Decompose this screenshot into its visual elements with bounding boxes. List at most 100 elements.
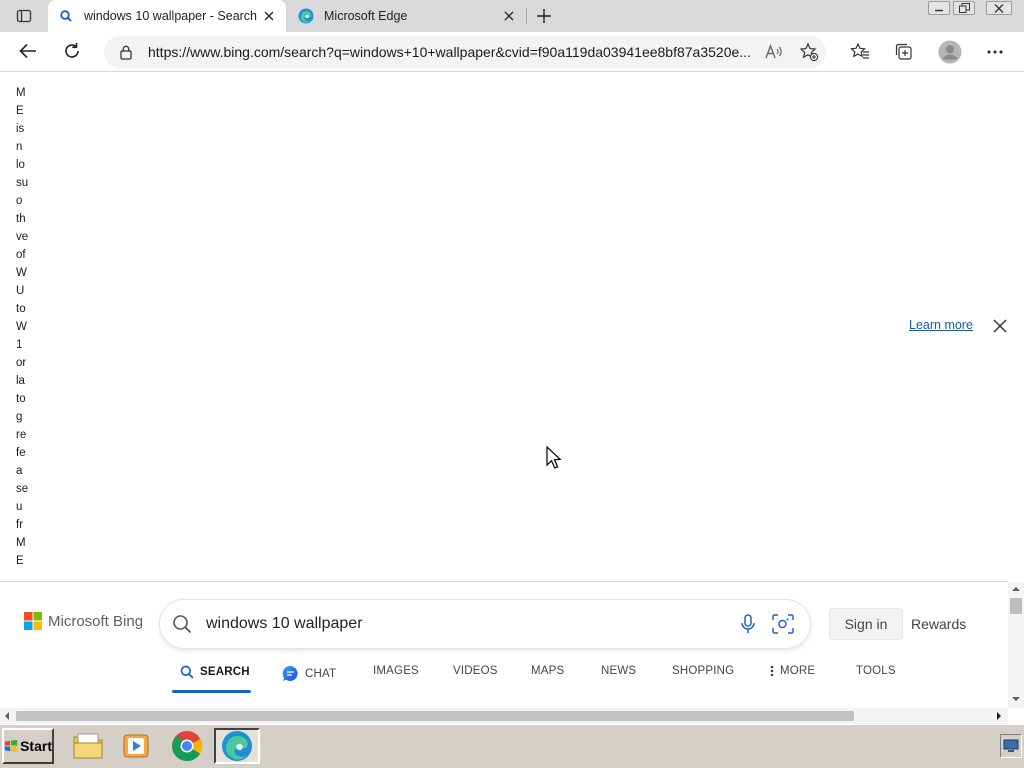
notice-fragment: is	[16, 123, 25, 135]
more-horizontal-icon	[987, 50, 1003, 54]
taskbar-google-chrome[interactable]	[165, 728, 209, 764]
plus-icon	[537, 9, 551, 23]
start-label: Start	[20, 738, 52, 754]
notice-fragment: fe	[16, 447, 26, 459]
tab-actions-icon	[16, 9, 32, 23]
scroll-left-arrow-icon[interactable]	[4, 711, 10, 721]
collections-icon	[895, 43, 912, 60]
avatar-icon	[938, 40, 962, 64]
sign-in-button[interactable]: Sign in	[829, 608, 903, 640]
bing-search-icon	[58, 8, 74, 24]
tab-actions-button[interactable]	[8, 4, 40, 28]
read-aloud-button[interactable]	[758, 36, 790, 68]
tab-label: SEARCH	[200, 666, 250, 678]
tab-bing-search[interactable]: windows 10 wallpaper - Search	[48, 0, 286, 32]
taskbar-file-explorer[interactable]	[66, 728, 110, 764]
notice-fragment: u	[16, 501, 23, 513]
search-input[interactable]: windows 10 wallpaper	[206, 615, 740, 633]
tab-news[interactable]: NEWS	[601, 665, 636, 677]
scroll-right-arrow-icon[interactable]	[996, 711, 1002, 721]
tab-label: SHOPPING	[672, 665, 735, 677]
tab-microsoft-edge[interactable]: Microsoft Edge	[288, 0, 526, 32]
notice-fragment: to	[16, 303, 26, 315]
lock-icon[interactable]	[118, 44, 134, 60]
notice-fragment: a	[16, 465, 23, 477]
notice-fragment: W	[16, 267, 27, 279]
minimize-button[interactable]	[928, 1, 950, 15]
notice-fragment: lo	[16, 159, 25, 171]
search-icon	[180, 665, 194, 679]
notice-fragment: re	[16, 429, 27, 441]
tab-separator	[526, 8, 527, 24]
page-divider	[0, 581, 1008, 582]
back-button[interactable]	[12, 35, 44, 67]
star-add-icon	[799, 42, 819, 62]
notice-fragment: o	[16, 195, 23, 207]
chat-icon	[282, 665, 298, 681]
bing-logo[interactable]: Microsoft Bing	[24, 612, 143, 630]
notice-fragment: g	[16, 411, 23, 423]
profile-button[interactable]	[934, 36, 966, 68]
tab-label: MAPS	[531, 665, 565, 677]
refresh-button[interactable]	[56, 35, 88, 67]
back-arrow-icon	[19, 43, 36, 59]
restore-button[interactable]	[953, 1, 975, 15]
close-tab-icon[interactable]	[258, 5, 280, 27]
media-player-icon	[123, 734, 149, 758]
address-bar[interactable]: https://www.bing.com/search?q=windows+10…	[104, 36, 826, 68]
tab-label: MORE	[780, 665, 816, 677]
notice-fragment: fr	[16, 519, 24, 531]
tab-label: IMAGES	[373, 665, 419, 677]
favorites-button[interactable]	[844, 36, 876, 68]
restore-icon	[958, 3, 970, 13]
dismiss-notice-button[interactable]	[990, 316, 1010, 336]
notice-fragment: su	[16, 177, 29, 189]
scroll-up-arrow-icon[interactable]	[1011, 586, 1021, 592]
network-monitor-icon	[1003, 739, 1019, 752]
tab-videos[interactable]: VIDEOS	[453, 665, 498, 677]
microphone-icon[interactable]	[740, 614, 756, 634]
brand-name: Microsoft Bing	[48, 612, 144, 630]
horizontal-scroll-thumb[interactable]	[16, 711, 854, 721]
tab-title: Microsoft Edge	[324, 9, 408, 23]
notice-fragment: se	[16, 483, 29, 495]
tab-shopping[interactable]: SHOPPING	[672, 665, 734, 677]
start-button[interactable]: Start	[2, 728, 54, 764]
close-tab-icon[interactable]	[498, 5, 520, 27]
taskbar-microsoft-edge[interactable]	[214, 728, 260, 764]
new-tab-button[interactable]	[532, 4, 556, 28]
collections-button[interactable]	[888, 36, 920, 68]
scroll-down-arrow-icon[interactable]	[1011, 696, 1021, 702]
visual-search-icon[interactable]	[772, 614, 794, 634]
tab-label: CHAT	[305, 667, 337, 680]
close-window-button[interactable]	[986, 1, 1012, 15]
tab-images[interactable]: IMAGES	[373, 665, 419, 677]
windows-flag-icon	[4, 739, 18, 753]
url-text[interactable]: https://www.bing.com/search?q=windows+10…	[148, 44, 760, 60]
notice-fragment: la	[16, 375, 25, 387]
notice-fragment: n	[16, 141, 23, 153]
add-favorite-button[interactable]	[793, 36, 825, 68]
settings-more-button[interactable]	[979, 36, 1011, 68]
vertical-scroll-thumb[interactable]	[1010, 598, 1022, 614]
refresh-icon	[65, 43, 79, 58]
rewards-link[interactable]: Rewards	[911, 616, 966, 632]
close-window-icon	[994, 3, 1004, 13]
tab-more[interactable]: MORE	[770, 665, 815, 677]
tab-search[interactable]: SEARCH	[180, 665, 250, 679]
tab-chat[interactable]: CHAT	[282, 665, 336, 682]
learn-more-link[interactable]: Learn more	[909, 318, 973, 332]
notice-fragment: U	[16, 285, 25, 297]
search-box[interactable]: windows 10 wallpaper	[160, 600, 810, 648]
edge-icon	[222, 731, 252, 761]
mouse-cursor-icon	[546, 446, 562, 469]
tab-maps[interactable]: MAPS	[531, 665, 564, 677]
minimize-icon	[935, 9, 943, 12]
read-aloud-icon	[765, 44, 782, 59]
taskbar-media-player[interactable]	[114, 728, 158, 764]
tab-label: VIDEOS	[453, 665, 498, 677]
system-tray[interactable]	[1000, 734, 1022, 758]
search-icon	[172, 614, 192, 634]
tab-tools[interactable]: TOOLS	[856, 665, 896, 677]
active-tab-indicator	[172, 690, 251, 693]
